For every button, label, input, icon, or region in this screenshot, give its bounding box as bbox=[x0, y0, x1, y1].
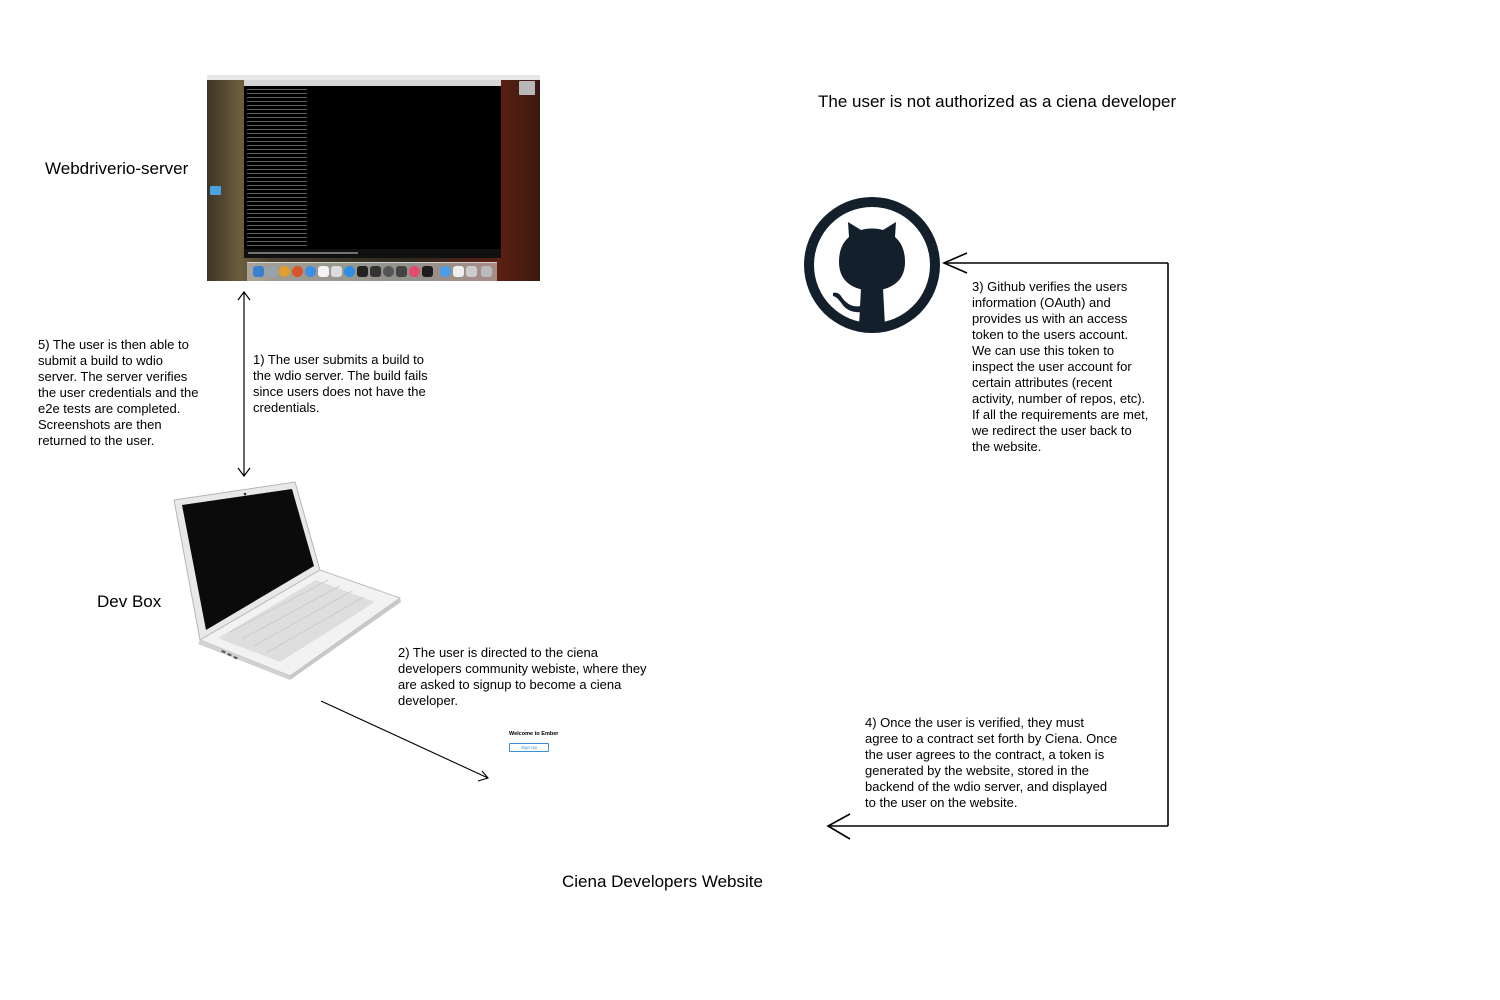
desktop-screenshot-icon bbox=[207, 75, 540, 281]
window-icon bbox=[466, 266, 477, 277]
terminal-window bbox=[244, 86, 501, 258]
notes-icon bbox=[331, 266, 342, 277]
photos-icon bbox=[409, 266, 420, 277]
step3-note: 3) Github verifies the users information… bbox=[972, 279, 1149, 454]
website-label: Ciena Developers Website bbox=[562, 872, 763, 891]
arrow-server-devbox bbox=[237, 291, 251, 477]
github-octocat-icon bbox=[804, 197, 940, 333]
step1-note: 1) The user submits a build to the wdio … bbox=[253, 352, 428, 415]
app-store-icon bbox=[344, 266, 355, 277]
activity-monitor-icon bbox=[370, 266, 381, 277]
document-icon bbox=[453, 266, 464, 277]
step2-note: 2) The user is directed to the ciena dev… bbox=[398, 645, 647, 708]
launchpad-icon bbox=[266, 266, 277, 277]
app-icon bbox=[422, 266, 433, 277]
finder-icon bbox=[253, 266, 264, 277]
arrow-devbox-website bbox=[320, 700, 489, 782]
safari-icon bbox=[305, 266, 316, 277]
firefox-icon bbox=[292, 266, 303, 277]
chrome-icon bbox=[279, 266, 290, 277]
trash-icon bbox=[481, 266, 492, 277]
terminal-output bbox=[247, 89, 307, 249]
server-label: Webdriverio-server bbox=[45, 159, 189, 178]
terminal-icon bbox=[357, 266, 368, 277]
console-icon bbox=[396, 266, 407, 277]
step5-note: 5) The user is then able to submit a bui… bbox=[38, 337, 199, 448]
settings-icon bbox=[383, 266, 394, 277]
sign-up-button[interactable]: Sign Up bbox=[509, 743, 549, 752]
not-authorized-heading: The user is not authorized as a ciena de… bbox=[818, 92, 1177, 111]
arrow-to-website bbox=[826, 813, 1168, 840]
calendar-icon bbox=[318, 266, 329, 277]
website-preview-title: Welcome to Ember bbox=[509, 731, 559, 737]
laptop-icon bbox=[173, 481, 402, 680]
folder-icon bbox=[210, 186, 221, 195]
step4-note: 4) Once the user is verified, they must … bbox=[865, 715, 1118, 810]
hard-drive-icon bbox=[519, 81, 535, 95]
terminal-prompt bbox=[244, 249, 501, 258]
devbox-label: Dev Box bbox=[97, 592, 162, 611]
downloads-icon bbox=[440, 266, 451, 277]
dock bbox=[247, 262, 497, 281]
